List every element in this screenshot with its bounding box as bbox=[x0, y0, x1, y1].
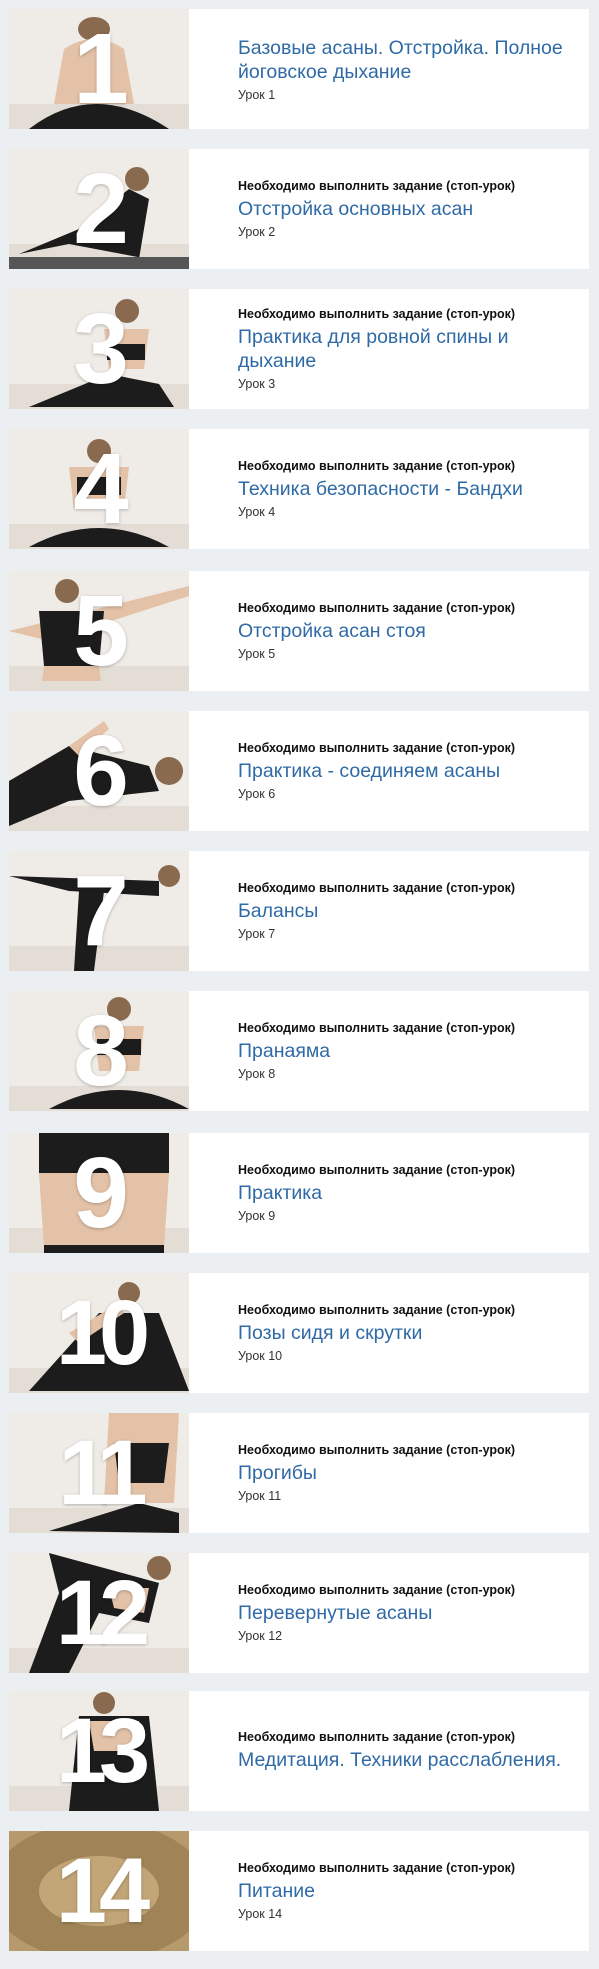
lesson-title-link[interactable]: Базовые асаны. Отстройка. Полное йоговск… bbox=[238, 36, 579, 84]
lesson-number: 10 bbox=[55, 1282, 150, 1384]
stop-lesson-notice: Необходимо выполнить задание (стоп-урок) bbox=[238, 1021, 516, 1035]
lesson-thumbnail: 4 bbox=[9, 429, 189, 549]
lesson-info: Необходимо выполнить задание (стоп-урок)… bbox=[189, 1273, 589, 1393]
lesson-number: 11 bbox=[58, 1422, 147, 1524]
stop-lesson-notice: Необходимо выполнить задание (стоп-урок) bbox=[238, 1861, 516, 1875]
lesson-title-link[interactable]: Пранаяма bbox=[238, 1039, 579, 1063]
lesson-card-9[interactable]: 9 Необходимо выполнить задание (стоп-урок… bbox=[9, 1133, 589, 1253]
lesson-title-link[interactable]: Позы сидя и скрутки bbox=[238, 1321, 579, 1345]
lesson-info: Необходимо выполнить задание (стоп-урок)… bbox=[189, 149, 589, 269]
lesson-subtitle: Урок 11 bbox=[238, 1489, 282, 1503]
lesson-info: Необходимо выполнить задание (стоп-урок)… bbox=[189, 1691, 589, 1811]
lesson-list: 1 Базовые асаны. Отстройка. Полное йоговс… bbox=[0, 0, 599, 1969]
lesson-title-link[interactable]: Техника безопасности - Бандхи bbox=[238, 477, 579, 501]
lesson-title-link[interactable]: Практика для ровной спины и дыхание bbox=[238, 325, 579, 373]
lesson-number: 13 bbox=[55, 1700, 150, 1802]
lesson-subtitle: Урок 12 bbox=[238, 1629, 283, 1643]
lesson-info: Необходимо выполнить задание (стоп-урок)… bbox=[189, 1133, 589, 1253]
lesson-title-link[interactable]: Перевернутые асаны bbox=[238, 1601, 579, 1625]
lesson-title-link[interactable]: Медитация. Техники расслабления. bbox=[238, 1748, 579, 1772]
lesson-thumbnail: 12 bbox=[9, 1553, 189, 1673]
stop-lesson-notice: Необходимо выполнить задание (стоп-урок) bbox=[238, 881, 516, 895]
lesson-number: 7 bbox=[73, 855, 129, 967]
lesson-thumbnail: 3 bbox=[9, 289, 189, 409]
lesson-number: 8 bbox=[73, 995, 129, 1107]
lesson-subtitle: Урок 10 bbox=[238, 1349, 283, 1363]
lesson-thumbnail: 2 bbox=[9, 149, 189, 269]
lesson-card-11[interactable]: 11 Необходимо выполнить задание (стоп-уро… bbox=[9, 1413, 589, 1533]
lesson-card-3[interactable]: 3 Необходимо выполнить задание (стоп-урок… bbox=[9, 289, 589, 409]
lesson-number: 9 bbox=[73, 1137, 129, 1249]
lesson-card-6[interactable]: 6 Необходимо выполнить задание (стоп-урок… bbox=[9, 711, 589, 831]
lesson-card-1[interactable]: 1 Базовые асаны. Отстройка. Полное йоговс… bbox=[9, 9, 589, 129]
lesson-info: Необходимо выполнить задание (стоп-урок)… bbox=[189, 711, 589, 831]
lesson-info: Необходимо выполнить задание (стоп-урок)… bbox=[189, 1831, 589, 1951]
lesson-subtitle: Урок 8 bbox=[238, 1067, 276, 1081]
lesson-number: 3 bbox=[73, 293, 129, 405]
lesson-thumbnail: 8 bbox=[9, 991, 189, 1111]
lesson-subtitle: Урок 5 bbox=[238, 647, 276, 661]
lesson-info: Необходимо выполнить задание (стоп-урок)… bbox=[189, 1413, 589, 1533]
lesson-info: Необходимо выполнить задание (стоп-урок)… bbox=[189, 429, 589, 549]
lesson-info: Необходимо выполнить задание (стоп-урок)… bbox=[189, 1553, 589, 1673]
lesson-number: 14 bbox=[55, 1840, 150, 1942]
lesson-title-link[interactable]: Практика - соединяем асаны bbox=[238, 759, 579, 783]
lesson-card-13[interactable]: 13 Необходимо выполнить задание (стоп-уро… bbox=[9, 1691, 589, 1811]
lesson-thumbnail: 6 bbox=[9, 711, 189, 831]
lesson-title-link[interactable]: Отстройка асан стоя bbox=[238, 619, 579, 643]
lesson-number: 2 bbox=[73, 153, 129, 265]
lesson-card-12[interactable]: 12 Необходимо выполнить задание (стоп-уро… bbox=[9, 1553, 589, 1673]
lesson-number: 1 bbox=[73, 13, 129, 125]
lesson-thumbnail: 13 bbox=[9, 1691, 189, 1811]
stop-lesson-notice: Необходимо выполнить задание (стоп-урок) bbox=[238, 741, 516, 755]
lesson-card-14[interactable]: 14 Необходимо выполнить задание (стоп-уро… bbox=[9, 1831, 589, 1951]
lesson-subtitle: Урок 2 bbox=[238, 225, 276, 239]
lesson-number: 12 bbox=[55, 1562, 150, 1664]
lesson-number: 4 bbox=[73, 433, 129, 545]
stop-lesson-notice: Необходимо выполнить задание (стоп-урок) bbox=[238, 1303, 516, 1317]
lesson-thumbnail: 14 bbox=[9, 1831, 189, 1951]
stop-lesson-notice: Необходимо выполнить задание (стоп-урок) bbox=[238, 1583, 516, 1597]
lesson-card-8[interactable]: 8 Необходимо выполнить задание (стоп-урок… bbox=[9, 991, 589, 1111]
lesson-title-link[interactable]: Прогибы bbox=[238, 1461, 579, 1485]
lesson-title-link[interactable]: Отстройка основных асан bbox=[238, 197, 579, 221]
lesson-thumbnail: 5 bbox=[9, 571, 189, 691]
lesson-subtitle: Урок 14 bbox=[238, 1907, 283, 1921]
lesson-subtitle: Урок 9 bbox=[238, 1209, 276, 1223]
lesson-info: Базовые асаны. Отстройка. Полное йоговск… bbox=[189, 9, 589, 129]
lesson-number: 5 bbox=[73, 575, 129, 687]
lesson-title-link[interactable]: Практика bbox=[238, 1181, 579, 1205]
stop-lesson-notice: Необходимо выполнить задание (стоп-урок) bbox=[238, 1443, 516, 1457]
lesson-card-2[interactable]: 2 Необходимо выполнить задание (стоп-урок… bbox=[9, 149, 589, 269]
lesson-info: Необходимо выполнить задание (стоп-урок)… bbox=[189, 571, 589, 691]
stop-lesson-notice: Необходимо выполнить задание (стоп-урок) bbox=[238, 1163, 516, 1177]
stop-lesson-notice: Необходимо выполнить задание (стоп-урок) bbox=[238, 179, 516, 193]
lesson-subtitle: Урок 6 bbox=[238, 787, 276, 801]
lesson-subtitle: Урок 4 bbox=[238, 505, 276, 519]
lesson-card-7[interactable]: 7 Необходимо выполнить задание (стоп-урок… bbox=[9, 851, 589, 971]
stop-lesson-notice: Необходимо выполнить задание (стоп-урок) bbox=[238, 601, 516, 615]
stop-lesson-notice: Необходимо выполнить задание (стоп-урок) bbox=[238, 459, 516, 473]
lesson-title-link[interactable]: Балансы bbox=[238, 899, 579, 923]
stop-lesson-notice: Необходимо выполнить задание (стоп-урок) bbox=[238, 1730, 516, 1744]
lesson-thumbnail: 1 bbox=[9, 9, 189, 129]
lesson-subtitle: Урок 7 bbox=[238, 927, 276, 941]
lesson-thumbnail: 7 bbox=[9, 851, 189, 971]
lesson-info: Необходимо выполнить задание (стоп-урок)… bbox=[189, 851, 589, 971]
lesson-number: 6 bbox=[73, 715, 129, 827]
lesson-thumbnail: 9 bbox=[9, 1133, 189, 1253]
stop-lesson-notice: Необходимо выполнить задание (стоп-урок) bbox=[238, 307, 516, 321]
lesson-info: Необходимо выполнить задание (стоп-урок)… bbox=[189, 991, 589, 1111]
lesson-card-4[interactable]: 4 Необходимо выполнить задание (стоп-урок… bbox=[9, 429, 589, 549]
lesson-subtitle: Урок 1 bbox=[238, 88, 276, 102]
lesson-title-link[interactable]: Питание bbox=[238, 1879, 579, 1903]
lesson-card-5[interactable]: 5 Необходимо выполнить задание (стоп-урок… bbox=[9, 571, 589, 691]
lesson-thumbnail: 10 bbox=[9, 1273, 189, 1393]
lesson-info: Необходимо выполнить задание (стоп-урок)… bbox=[189, 289, 589, 409]
lesson-card-10[interactable]: 10 Необходимо выполнить задание (стоп-уро… bbox=[9, 1273, 589, 1393]
lesson-subtitle: Урок 3 bbox=[238, 377, 276, 391]
lesson-thumbnail: 11 bbox=[9, 1413, 189, 1533]
